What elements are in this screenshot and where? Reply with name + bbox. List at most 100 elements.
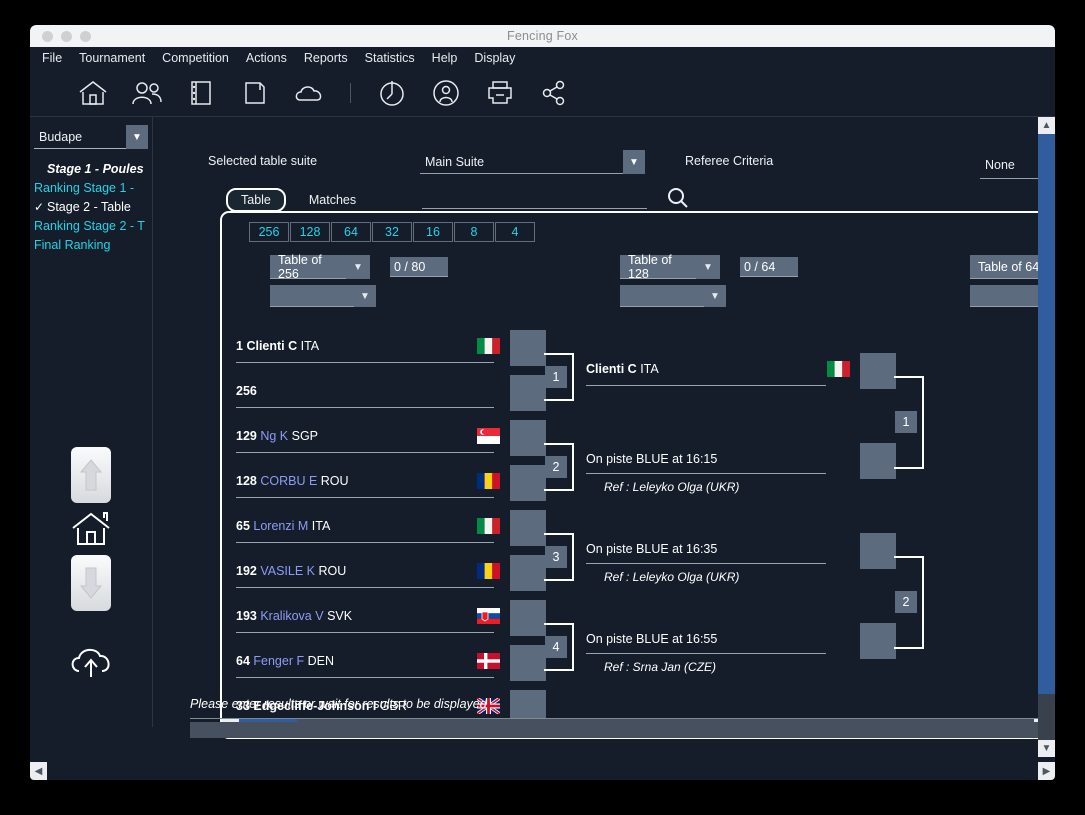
score-box[interactable] <box>510 600 546 636</box>
stage-list: Stage 1 - Poules Ranking Stage 1 - ✓ Stag… <box>34 159 150 254</box>
bracket-entry[interactable]: 65 Lorenzi M ITA <box>236 519 494 543</box>
menu-file[interactable]: File <box>42 51 62 65</box>
scroll-up-button[interactable]: ▲ <box>1038 117 1055 134</box>
timer-icon[interactable] <box>375 77 409 109</box>
score-box[interactable] <box>510 420 546 456</box>
chevron-down-icon[interactable]: ▼ <box>346 255 370 279</box>
bracket-entry[interactable]: 64 Fenger F DEN <box>236 654 494 678</box>
referee-criteria-value[interactable]: None <box>985 158 1015 172</box>
score-box[interactable] <box>510 645 546 681</box>
score-box[interactable] <box>510 330 546 366</box>
chevron-down-icon[interactable]: ▼ <box>126 125 148 149</box>
scroll-left-button[interactable]: ◀ <box>30 762 47 780</box>
menu-actions[interactable]: Actions <box>246 51 287 65</box>
match-number[interactable]: 1 <box>895 411 917 433</box>
entry-seed: 192 <box>236 564 257 578</box>
bracket-entry[interactable]: 1 Clienti C ITA <box>236 339 494 363</box>
cloud-icon[interactable] <box>292 77 326 109</box>
score-box[interactable] <box>510 555 546 591</box>
menu-help[interactable]: Help <box>432 51 458 65</box>
chevron-down-icon[interactable]: ▼ <box>696 255 720 279</box>
table-of-128-select[interactable]: Table of 128 ▼ <box>620 253 720 281</box>
size-button-32[interactable]: 32 <box>372 222 412 242</box>
match-info[interactable]: On piste BLUE at 16:15 Ref : Leleyko Olg… <box>586 452 844 494</box>
print-icon[interactable] <box>483 77 517 109</box>
sub-select-256[interactable]: ▼ <box>270 285 376 307</box>
bracket-entry[interactable]: 129 Ng K SGP <box>236 429 494 453</box>
share-icon[interactable] <box>537 77 571 109</box>
entry-underline <box>236 407 494 408</box>
bracket-entry[interactable]: 192 VASILE K ROU <box>236 564 494 588</box>
score-box[interactable] <box>860 443 896 479</box>
bracket-entry[interactable]: Clienti C ITA <box>586 362 844 386</box>
size-button-8[interactable]: 8 <box>454 222 494 242</box>
up-arrow-button[interactable] <box>71 447 111 503</box>
bracket-entry[interactable]: 256 <box>236 384 494 408</box>
table-of-256-select[interactable]: Table of 256 ▼ <box>270 253 370 281</box>
bracket-entry[interactable]: 128 CORBU E ROU <box>236 474 494 498</box>
tab-matches[interactable]: Matches <box>296 190 369 210</box>
bracket-entry[interactable]: 193 Kralikova V SVK <box>236 609 494 633</box>
sidebar-item-ranking-stage1[interactable]: Ranking Stage 1 - <box>34 178 150 197</box>
search-icon[interactable] <box>667 187 689 209</box>
competition-select[interactable]: Budape ▼ <box>34 125 148 149</box>
match-number[interactable]: 2 <box>895 591 917 613</box>
menu-statistics[interactable]: Statistics <box>365 51 415 65</box>
sidebar-item-ranking-stage2[interactable]: Ranking Stage 2 - T <box>34 216 150 235</box>
list-icon[interactable] <box>184 77 218 109</box>
referee-icon[interactable] <box>429 77 463 109</box>
cloud-upload-button[interactable] <box>66 641 116 681</box>
chevron-down-icon[interactable]: ▼ <box>354 285 376 307</box>
size-button-128[interactable]: 128 <box>290 222 330 242</box>
score-box[interactable] <box>510 375 546 411</box>
match-info[interactable]: On piste BLUE at 16:55 Ref : Srna Jan (C… <box>586 632 844 674</box>
entry-underline <box>236 677 494 678</box>
score-box[interactable] <box>860 533 896 569</box>
chevron-down-icon: ▼ <box>1041 743 1052 754</box>
entry-seed: 65 <box>236 519 250 533</box>
match-number[interactable]: 2 <box>545 456 567 478</box>
menu-competition[interactable]: Competition <box>162 51 229 65</box>
tab-table[interactable]: Table <box>226 188 286 212</box>
match-info[interactable]: On piste BLUE at 16:35 Ref : Leleyko Olg… <box>586 542 844 584</box>
menu-tournament[interactable]: Tournament <box>79 51 145 65</box>
match-number[interactable]: 3 <box>545 546 567 568</box>
sidebar-item-stage1-poules[interactable]: Stage 1 - Poules <box>34 159 150 178</box>
menu-display[interactable]: Display <box>474 51 515 65</box>
scroll-right-button[interactable]: ▶ <box>1038 762 1055 780</box>
match-number[interactable]: 4 <box>545 636 567 658</box>
size-button-64[interactable]: 64 <box>331 222 371 242</box>
size-button-256[interactable]: 256 <box>249 222 289 242</box>
entry-nat: ROU <box>318 564 347 578</box>
search-input[interactable] <box>422 208 647 209</box>
menu-reports[interactable]: Reports <box>304 51 348 65</box>
window-vertical-scrollbar[interactable]: ▲ ▼ <box>1038 117 1055 757</box>
status-progress-track[interactable] <box>190 722 1055 738</box>
sub-select-128[interactable]: ▼ <box>620 285 726 307</box>
chevron-down-icon[interactable]: ▼ <box>623 150 645 174</box>
match-number[interactable]: 1 <box>545 366 567 388</box>
entry-underline <box>236 632 494 633</box>
size-button-16[interactable]: 16 <box>413 222 453 242</box>
entry-underline <box>236 542 494 543</box>
score-box[interactable] <box>860 623 896 659</box>
people-icon[interactable] <box>130 77 164 109</box>
sidebar-item-final-ranking[interactable]: Final Ranking <box>34 235 150 254</box>
table-suite-select[interactable]: Main Suite ▼ <box>420 150 645 174</box>
score-box[interactable] <box>860 353 896 389</box>
score-box[interactable] <box>510 510 546 546</box>
scroll-down-button[interactable]: ▼ <box>1038 740 1055 757</box>
scroll-track[interactable] <box>47 762 1038 780</box>
down-arrow-button[interactable] <box>71 555 111 611</box>
score-box[interactable] <box>510 465 546 501</box>
size-button-4[interactable]: 4 <box>495 222 535 242</box>
toolbar <box>30 69 1055 117</box>
window-horizontal-scrollbar[interactable]: ◀ ▶ <box>30 762 1055 780</box>
scroll-thumb[interactable] <box>1038 134 1055 694</box>
chevron-down-icon[interactable]: ▼ <box>704 285 726 307</box>
home-icon[interactable] <box>76 77 110 109</box>
save-icon[interactable] <box>238 77 272 109</box>
sidebar-item-stage2-table[interactable]: ✓ Stage 2 - Table <box>34 197 150 216</box>
scroll-track[interactable] <box>1038 694 1055 740</box>
home-button[interactable] <box>68 507 114 551</box>
